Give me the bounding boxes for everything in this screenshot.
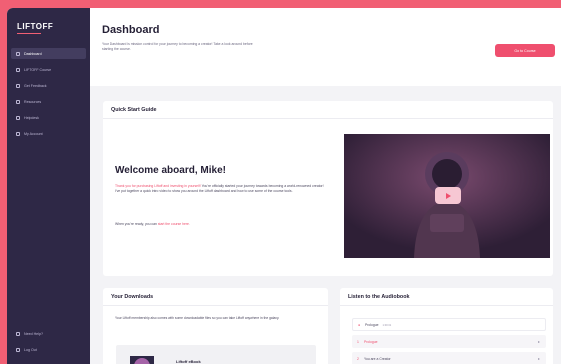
account-icon [16,131,20,136]
welcome-heading: Welcome aboard, Mike! [115,165,226,176]
card-title: Your Downloads [111,294,154,300]
sidebar-item-feedback[interactable]: Get Feedback [11,80,86,91]
go-to-course-button[interactable]: Go to Course [495,44,555,57]
logo-underline [17,33,41,34]
track-title: Prologue [364,339,378,344]
divider [103,305,328,306]
track-item[interactable]: 1 Prologue ▸ [352,335,546,348]
track-number: 2 [357,356,359,361]
sidebar-bottom: Need Help? Log Out [11,328,86,360]
sidebar-item-label: Dashboard [24,51,42,56]
help-icon [16,331,20,336]
ebook-cover [130,356,154,364]
playing-indicator: ● [357,322,361,327]
audiobook-card: Listen to the Audiobook ● Prologue 1:00:… [340,288,553,364]
sidebar-item-resources[interactable]: Resources [11,96,86,107]
page-header: Dashboard Your Dashboard is mission cont… [90,8,561,86]
tail-text: When you're ready, you can [115,222,158,226]
chevron-right-icon: ▸ [537,339,540,344]
divider [103,118,553,119]
pencil-icon [16,83,20,88]
sidebar-item-label: LIFTOFF Course [24,67,52,72]
sidebar-item-label: Log Out [24,347,37,352]
downloads-card: Your Downloads Your Liftoff membership a… [103,288,328,364]
start-course-link[interactable]: start the course here. [158,222,190,226]
track-title: Prologue 1:00:31 [365,322,392,327]
dashboard-icon [16,51,20,56]
app-window: LIFTOFF Dashboard LIFTOFF Course Get Fee… [7,8,561,364]
play-button[interactable] [435,187,461,204]
sidebar-item-label: My Account [24,131,43,136]
logo[interactable]: LIFTOFF [17,22,54,34]
downloads-text: Your Liftoff membership also comes with … [115,316,280,320]
ebook-cover-art [134,358,150,364]
sidebar-nav: Dashboard LIFTOFF Course Get Feedback Re… [11,48,86,144]
helpdesk-icon [16,115,20,120]
sidebar-item-label: Need Help? [24,331,43,336]
sidebar-item-logout[interactable]: Log Out [11,344,86,355]
ebook-download[interactable]: Liftoff eBook [116,345,316,364]
sidebar-item-helpdesk[interactable]: Helpdesk [11,112,86,123]
course-icon [16,67,20,72]
logout-icon [16,347,20,352]
chevron-right-icon: ▸ [537,356,540,361]
page-description: Your Dashboard is mission control for yo… [102,42,253,51]
card-title: Quick Start Guide [111,107,157,113]
audio-player[interactable]: ● Prologue 1:00:31 [352,318,546,331]
track-title: You are a Creator [364,356,391,361]
sidebar-item-label: Helpdesk [24,115,39,120]
page-title: Dashboard [102,24,160,36]
ebook-label: Liftoff eBook [176,359,201,364]
sidebar: LIFTOFF Dashboard LIFTOFF Course Get Fee… [7,8,90,364]
divider [340,305,553,306]
sidebar-item-label: Get Feedback [24,83,47,88]
quick-start-card: Quick Start Guide Welcome aboard, Mike! … [103,101,553,276]
logo-text: LIFTOFF [17,22,54,31]
track-number: 1 [357,339,359,344]
track-item[interactable]: 2 You are a Creator ▸ [352,352,546,364]
sidebar-item-dashboard[interactable]: Dashboard [11,48,86,59]
resources-icon [16,99,20,104]
welcome-highlight: Thank you for purchasing Liftoff and inv… [115,184,201,188]
sidebar-item-help[interactable]: Need Help? [11,328,86,339]
play-icon [446,192,451,199]
card-title: Listen to the Audiobook [348,294,410,300]
sidebar-item-account[interactable]: My Account [11,128,86,139]
sidebar-item-label: Resources [24,99,42,104]
welcome-tail: When you're ready, you can start the cou… [115,222,325,226]
intro-video-player[interactable] [344,134,550,258]
welcome-text: Thank you for purchasing Liftoff and inv… [115,184,325,195]
sidebar-item-course[interactable]: LIFTOFF Course [11,64,86,75]
